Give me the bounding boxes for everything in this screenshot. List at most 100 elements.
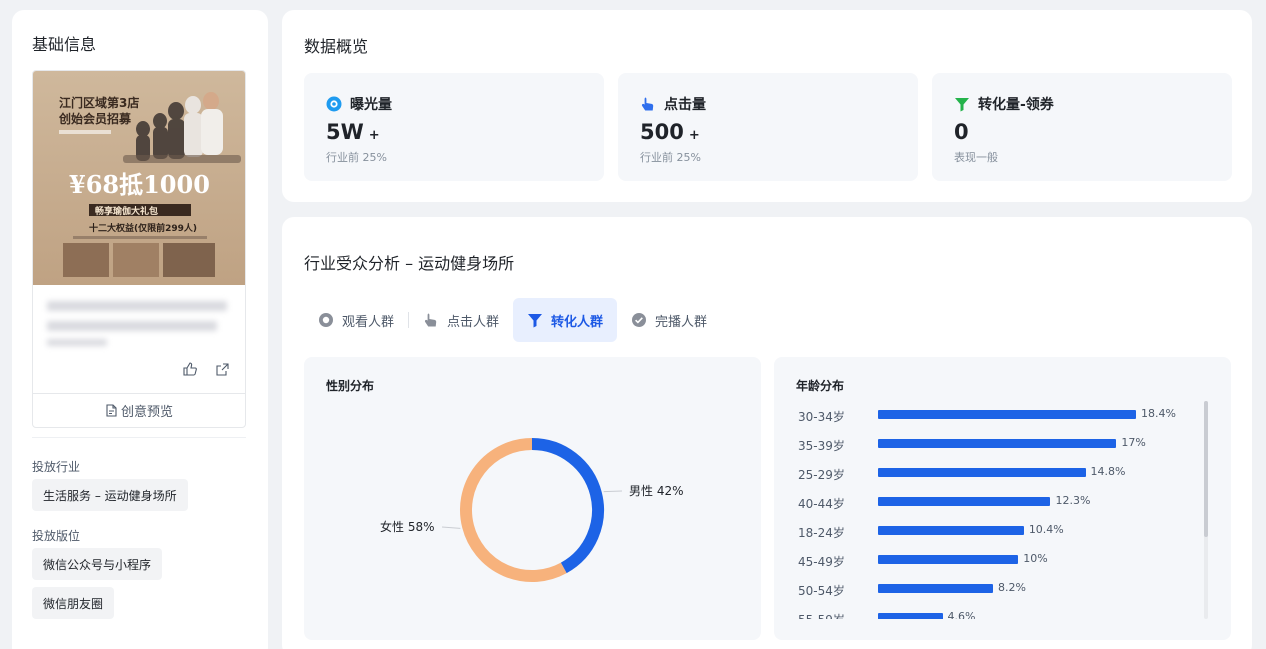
age-bar-row: 18-24岁 10.4% [774, 521, 1204, 541]
age-bar-chart: 30-34岁 18.4% 35-39岁 17% 25-29岁 14.8% 40-44岁 12.… [774, 401, 1204, 619]
age-bar-label: 50-54岁 [798, 584, 845, 598]
age-bar-row: 25-29岁 14.8% [774, 463, 1204, 483]
industry-tag: 生活服务 – 运动健身场所 [32, 479, 188, 511]
age-bar[interactable] [878, 613, 943, 619]
tab-clickers[interactable]: 点击人群 [409, 298, 513, 342]
age-bar-label: 25-29岁 [798, 468, 845, 482]
blurred-ad-text [47, 321, 217, 331]
metric-card-exposure: 曝光量 5W + 行业前 25% [304, 73, 604, 181]
metric-value: 500 [640, 120, 684, 144]
age-bar[interactable] [878, 584, 993, 593]
age-bar-row: 40-44岁 12.3% [774, 492, 1204, 512]
age-bar-row: 30-34岁 18.4% [774, 405, 1204, 425]
age-bar-value: 10.4% [1028, 523, 1064, 536]
age-bar[interactable] [878, 555, 1019, 564]
age-bar[interactable] [878, 439, 1117, 448]
age-bar[interactable] [878, 526, 1024, 535]
blurred-ad-text [47, 339, 107, 346]
metric-value: 0 [954, 120, 969, 144]
age-bar-value: 4.6% [947, 610, 976, 619]
metric-sub: 行业前 25% [640, 151, 701, 164]
tab-label: 完播人群 [655, 314, 708, 330]
gender-distribution-card: 性别分布 男性 42% 女性 58% [304, 357, 761, 640]
audience-analysis-title: 行业受众分析 – 运动健身场所 [304, 254, 515, 273]
thumbs-up-icon[interactable] [181, 360, 199, 378]
funnel-icon [528, 314, 543, 328]
document-icon [106, 404, 117, 417]
data-overview-title: 数据概览 [304, 37, 369, 56]
age-bar-value: 17% [1121, 436, 1146, 449]
audience-analysis-panel: 行业受众分析 – 运动健身场所 观看人群 点击人群 转化人群 完播人群 性别分布… [282, 217, 1252, 649]
tab-viewers[interactable]: 观看人群 [304, 298, 408, 342]
audience-tabs: 观看人群 点击人群 转化人群 完播人群 [304, 298, 721, 342]
metric-name: 点击量 [664, 97, 706, 113]
age-bar-value: 12.3% [1055, 494, 1091, 507]
ad-headline-line1: 江门区域第3店 [59, 95, 139, 110]
basic-info-title: 基础信息 [32, 35, 97, 54]
age-bar-value: 14.8% [1090, 465, 1126, 478]
metric-card-clicks: 点击量 500 + 行业前 25% [618, 73, 918, 181]
age-bar-value: 8.2% [997, 581, 1026, 594]
metric-plus: + [368, 128, 380, 143]
age-bar-label: 18-24岁 [798, 526, 845, 540]
tab-completers[interactable]: 完播人群 [617, 298, 721, 342]
age-bar[interactable] [878, 410, 1136, 419]
blurred-ad-text [47, 301, 227, 311]
age-chart-title: 年龄分布 [796, 379, 845, 393]
age-scrollbar[interactable] [1204, 401, 1208, 619]
tab-label: 观看人群 [342, 314, 395, 330]
ad-benefit-text: 十二大权益(仅限前299人) [89, 222, 197, 234]
placement-label: 投放版位 [32, 529, 81, 543]
age-bar-value: 10% [1023, 552, 1048, 565]
eye-circle-icon [326, 96, 342, 112]
gender-label-female: 女性 58% [380, 519, 435, 534]
funnel-icon [955, 98, 969, 112]
gender-donut-chart: 男性 42% 女性 58% [380, 438, 684, 582]
divider [32, 437, 246, 438]
industry-label: 投放行业 [32, 460, 81, 474]
click-hand-icon [641, 97, 654, 111]
creative-preview-label: 创意预览 [120, 405, 173, 420]
eye-icon [319, 313, 333, 327]
placement-tag: 微信朋友圈 [32, 587, 115, 619]
age-bar-label: 40-44岁 [798, 497, 845, 511]
age-bar-row: 45-49岁 10% [774, 550, 1204, 570]
age-bar-label: 55-59岁 [798, 611, 872, 619]
gender-slice-female[interactable] [460, 438, 567, 582]
tab-label: 点击人群 [447, 314, 500, 330]
creative-preview-button[interactable]: 创意预览 [33, 393, 245, 427]
ad-creative-card: 江门区域第3店 创始会员招募 ¥68抵1000 畅享瑜伽大礼包 十二大权益(仅限… [32, 70, 246, 428]
age-bar-label: 45-49岁 [798, 555, 845, 569]
metric-sub: 表现一般 [954, 151, 998, 164]
check-circle-icon [632, 313, 647, 327]
gender-slice-male[interactable] [531, 438, 604, 574]
basic-info-panel: 基础信息 江门区域第3店 创始会员招募 ¥68抵1000 畅享瑜伽大礼包 十二大… [12, 10, 268, 649]
click-hand-icon [424, 313, 437, 327]
metric-sub: 行业前 25% [326, 151, 387, 164]
ad-sub-banner: 畅享瑜伽大礼包 [95, 205, 158, 217]
ad-headline-line2: 创始会员招募 [58, 111, 132, 126]
age-bar-label: 30-34岁 [798, 410, 845, 424]
tab-converters[interactable]: 转化人群 [513, 298, 618, 342]
gender-leader-female [441, 526, 461, 529]
metric-name: 转化量-领券 [978, 97, 1054, 113]
age-bar-value: 18.4% [1141, 407, 1176, 420]
placement-tag: 微信公众号与小程序 [32, 548, 163, 580]
age-bar[interactable] [878, 497, 1051, 506]
age-distribution-card: 年龄分布 30-34岁 18.4% 35-39岁 17% 25-29岁 14.8% 40-4… [774, 357, 1231, 640]
metric-plus: + [688, 128, 700, 143]
age-bar[interactable] [878, 468, 1086, 477]
metric-value: 5W [326, 120, 364, 144]
age-bar-row: 35-39岁 17% [774, 434, 1204, 454]
data-overview-panel: 数据概览 曝光量 5W + 行业前 25% 点击量 500 + 行业前 25% 转化… [282, 10, 1252, 202]
metric-card-conversion: 转化量-领券 0 表现一般 [932, 73, 1232, 181]
ad-price-text: ¥68抵1000 [69, 170, 210, 199]
metric-name: 曝光量 [350, 97, 392, 113]
scrollbar-thumb[interactable] [1204, 401, 1208, 537]
ad-creative-image[interactable]: 江门区域第3店 创始会员招募 ¥68抵1000 畅享瑜伽大礼包 十二大权益(仅限… [33, 71, 245, 285]
external-link-icon[interactable] [213, 360, 231, 378]
age-bar-row: 50-54岁 8.2% [774, 579, 1204, 599]
tab-label: 转化人群 [551, 314, 604, 330]
age-bar-row: 55-59岁 4.6% [774, 608, 1204, 619]
age-bar-label: 35-39岁 [798, 439, 845, 453]
